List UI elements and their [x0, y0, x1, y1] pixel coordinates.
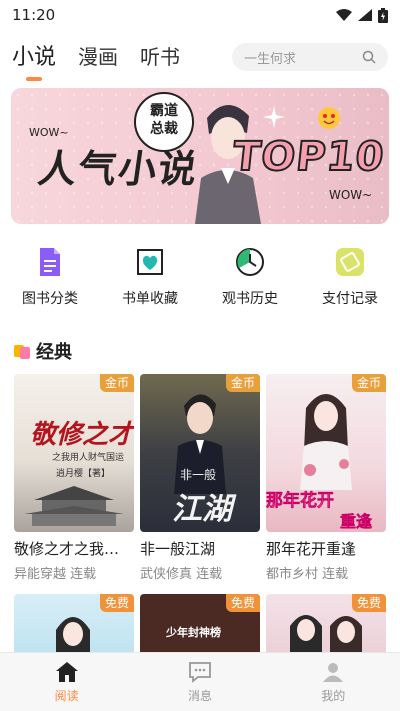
- banner-top10: TOP10: [230, 133, 388, 181]
- book-cover: 敬修之才 之我用人财气国运 逍月樱【著】 金币: [14, 374, 134, 532]
- tab-audiobook[interactable]: 听书: [140, 41, 180, 70]
- document-icon: [40, 248, 60, 276]
- quick-actions: 图书分类 书单收藏 观书历史 支付记录: [0, 246, 400, 308]
- quick-reading-history[interactable]: 观书历史: [210, 246, 290, 308]
- battery-icon: [378, 7, 388, 23]
- book-badge: 免费: [100, 594, 134, 612]
- book-list: 敬修之才 之我用人财气国运 逍月樱【著】 金币 敬修之才之我… 异能穿越 连载 …: [14, 374, 386, 582]
- cover-character-illustration: [300, 394, 352, 490]
- tab-label: 我的: [321, 688, 346, 703]
- message-icon: [189, 661, 211, 683]
- tab-profile[interactable]: 我的: [283, 661, 383, 704]
- book-cover[interactable]: 免费: [14, 594, 134, 654]
- book-badge: 金币: [100, 374, 134, 392]
- book-card[interactable]: 那年花开 重逢 金币 那年花开重逢 都市乡村 连载: [266, 374, 386, 582]
- section-header-classic: 经典: [14, 338, 72, 364]
- book-badge: 免费: [352, 594, 386, 612]
- clock-icon: [236, 248, 264, 276]
- book-badge: 金币: [226, 374, 260, 392]
- section-marker-icon: [14, 342, 32, 360]
- tab-comic[interactable]: 漫画: [78, 41, 118, 70]
- heart-box-icon: [137, 249, 163, 275]
- cover-author: 逍月樱【著】: [56, 469, 111, 479]
- banner-title: 人气小说: [35, 147, 202, 191]
- emoji-icon: [318, 107, 340, 129]
- book-badge: 免费: [226, 594, 260, 612]
- search-icon: [362, 50, 376, 64]
- sparkle-icon: [263, 106, 285, 128]
- book-cover[interactable]: 免费: [266, 594, 386, 654]
- home-icon: [55, 661, 78, 682]
- cover-subtitle: 非一般: [180, 468, 217, 482]
- ticket-icon: [336, 248, 364, 276]
- bottom-tab-bar: 阅读 消息 我的: [0, 652, 400, 711]
- cover-subtitle: 重逢: [340, 512, 373, 532]
- cover-character-illustration: [56, 617, 90, 654]
- search-input[interactable]: 一生何求: [232, 43, 388, 71]
- book-title: 那年花开重逢: [266, 540, 357, 558]
- status-icons: [336, 7, 388, 23]
- quick-label: 图书分类: [22, 291, 78, 307]
- quick-label: 支付记录: [322, 291, 378, 307]
- tab-label: 阅读: [54, 688, 79, 703]
- book-card[interactable]: 非一般 江湖 金币 非一般江湖 武侠修真 连载: [140, 374, 260, 582]
- cover-building-illustration: [24, 486, 124, 526]
- quick-label: 观书历史: [222, 291, 278, 307]
- section-title: 经典: [36, 342, 72, 363]
- quick-booklist-favorites[interactable]: 书单收藏: [110, 246, 190, 308]
- cover-title: 那年花开: [266, 491, 334, 512]
- book-list-row2: 免费 少年封神榜 免费 免费: [14, 594, 386, 654]
- top-nav: 小说 漫画 听书 一生何求: [0, 30, 400, 80]
- wifi-icon: [336, 9, 352, 21]
- book-cover: 那年花开 重逢 金币: [266, 374, 386, 532]
- book-cover: 非一般 江湖 金币: [140, 374, 260, 532]
- tab-novel[interactable]: 小说: [12, 39, 56, 71]
- quick-label: 书单收藏: [122, 291, 178, 307]
- status-bar: 11:20: [0, 0, 400, 30]
- signal-icon: [358, 9, 372, 21]
- cover-subtitle: 之我用人财气国运: [52, 453, 125, 463]
- book-cover[interactable]: 少年封神榜 免费: [140, 594, 260, 654]
- cover-title: 少年封神榜: [166, 626, 221, 639]
- book-title: 敬修之才之我…: [14, 540, 120, 558]
- cover-title: 敬修之才: [30, 420, 134, 450]
- book-card[interactable]: 敬修之才 之我用人财气国运 逍月樱【著】 金币 敬修之才之我… 异能穿越 连载: [14, 374, 134, 582]
- status-time: 11:20: [12, 6, 56, 24]
- user-icon: [323, 662, 344, 682]
- promo-banner[interactable]: 霸道 总裁 WOW~ 人气小说 TOP10 WOW~: [11, 88, 389, 224]
- tab-read[interactable]: 阅读: [17, 661, 117, 704]
- tab-label: 消息: [187, 688, 212, 703]
- cover-title: 江湖: [172, 492, 232, 527]
- book-title: 非一般江湖: [140, 540, 216, 558]
- quick-payment-records[interactable]: 支付记录: [310, 246, 390, 308]
- book-meta: 都市乡村 连载: [266, 567, 349, 582]
- search-placeholder: 一生何求: [244, 51, 297, 67]
- book-meta: 异能穿越 连载: [14, 567, 97, 582]
- tab-messages[interactable]: 消息: [150, 661, 250, 704]
- banner-wow-right: WOW~: [329, 188, 373, 202]
- quick-book-category[interactable]: 图书分类: [10, 246, 90, 308]
- book-badge: 金币: [352, 374, 386, 392]
- book-meta: 武侠修真 连载: [140, 567, 223, 582]
